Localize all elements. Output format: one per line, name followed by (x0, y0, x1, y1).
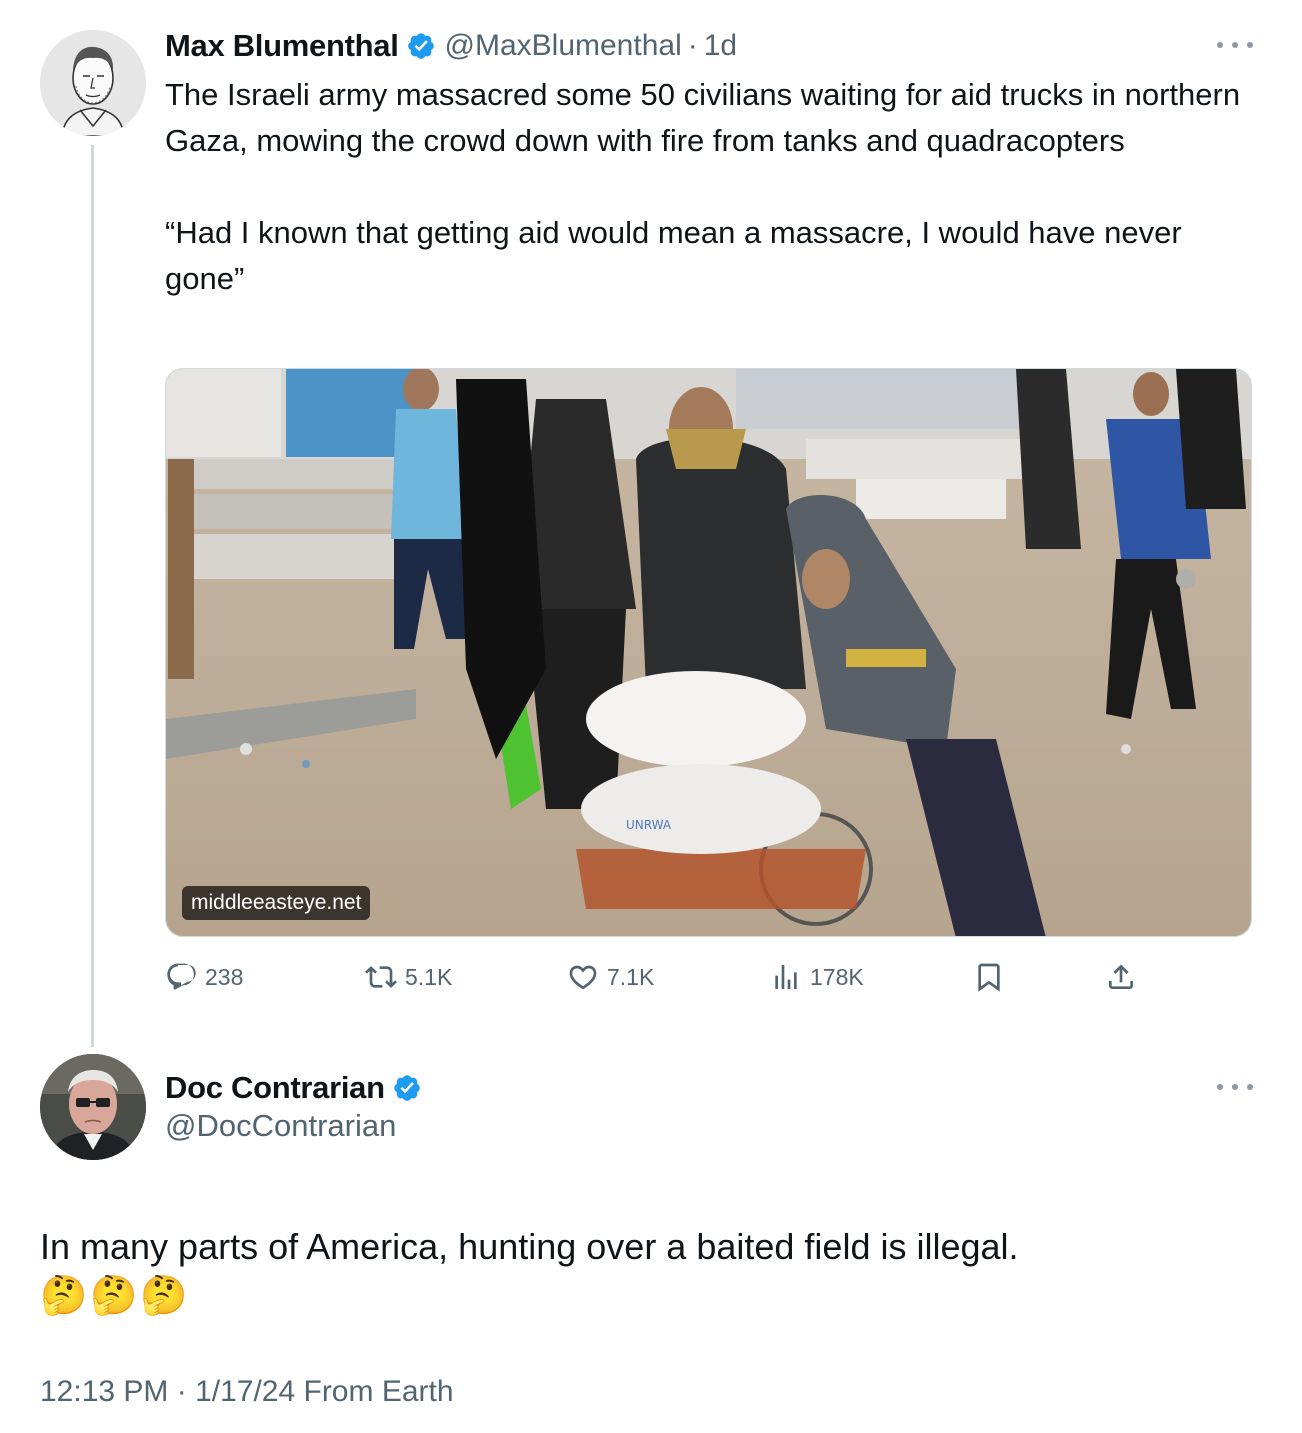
share-button[interactable] (1105, 955, 1145, 999)
thinking-face-emoji: 🤔 (40, 1273, 88, 1317)
thinking-face-emoji: 🤔 (90, 1273, 138, 1317)
reply-author-header: Doc Contrarian (165, 1066, 422, 1110)
reply-author-name[interactable]: Doc Contrarian (165, 1070, 385, 1106)
repost-icon (365, 966, 397, 988)
like-button[interactable]: 7.1K (567, 955, 654, 999)
reply-count: 238 (205, 963, 244, 990)
heart-icon (569, 965, 597, 990)
repost-count: 5.1K (405, 963, 453, 990)
separator-dot: · (687, 29, 698, 62)
repost-button[interactable]: 5.1K (365, 955, 452, 999)
reply-button[interactable]: 238 (165, 955, 243, 999)
verified-badge-icon[interactable] (406, 31, 436, 61)
share-icon (1109, 964, 1133, 989)
bookmark-button[interactable] (973, 955, 1013, 999)
more-options-icon[interactable] (1217, 40, 1253, 50)
like-count: 7.1K (607, 963, 655, 990)
views-chart-icon (775, 965, 797, 989)
reply-icon (167, 963, 196, 990)
thread-connector-line (91, 145, 94, 1047)
reply-emoji-row: 🤔 🤔 🤔 (40, 1273, 188, 1317)
tweet-time[interactable]: 1d (704, 29, 737, 63)
reply-timestamp[interactable]: 12:13 PM · 1/17/24 From Earth (40, 1375, 454, 1409)
verified-badge-icon[interactable] (392, 1073, 422, 1103)
views-count: 178K (810, 963, 864, 990)
media-domain-label[interactable]: middleeasteye.net (182, 886, 371, 920)
tweet-header: Max Blumenthal @MaxBlumenthal · 1d (165, 26, 737, 66)
tweet-action-bar: 238 5.1K 7.1K 178K (165, 955, 1145, 999)
reply-text: In many parts of America, hunting over a… (40, 1226, 1019, 1267)
tweet-media-photo[interactable]: UNRWA middleeasteye.net (165, 368, 1252, 937)
author-handle[interactable]: @MaxBlumenthal (445, 29, 682, 63)
tweet-text: The Israeli army massacred some 50 civil… (165, 77, 1241, 296)
bookmark-icon (978, 963, 1000, 992)
max-blumenthal-avatar[interactable] (40, 30, 146, 136)
reply-author-handle[interactable]: @DocContrarian (165, 1108, 396, 1144)
doc-contrarian-avatar[interactable] (40, 1054, 146, 1160)
views-button[interactable]: 178K (770, 955, 864, 999)
author-name[interactable]: Max Blumenthal (165, 28, 399, 64)
thinking-face-emoji: 🤔 (140, 1273, 188, 1317)
svg-text:UNRWA: UNRWA (626, 818, 672, 832)
more-options-icon[interactable] (1217, 1082, 1253, 1092)
